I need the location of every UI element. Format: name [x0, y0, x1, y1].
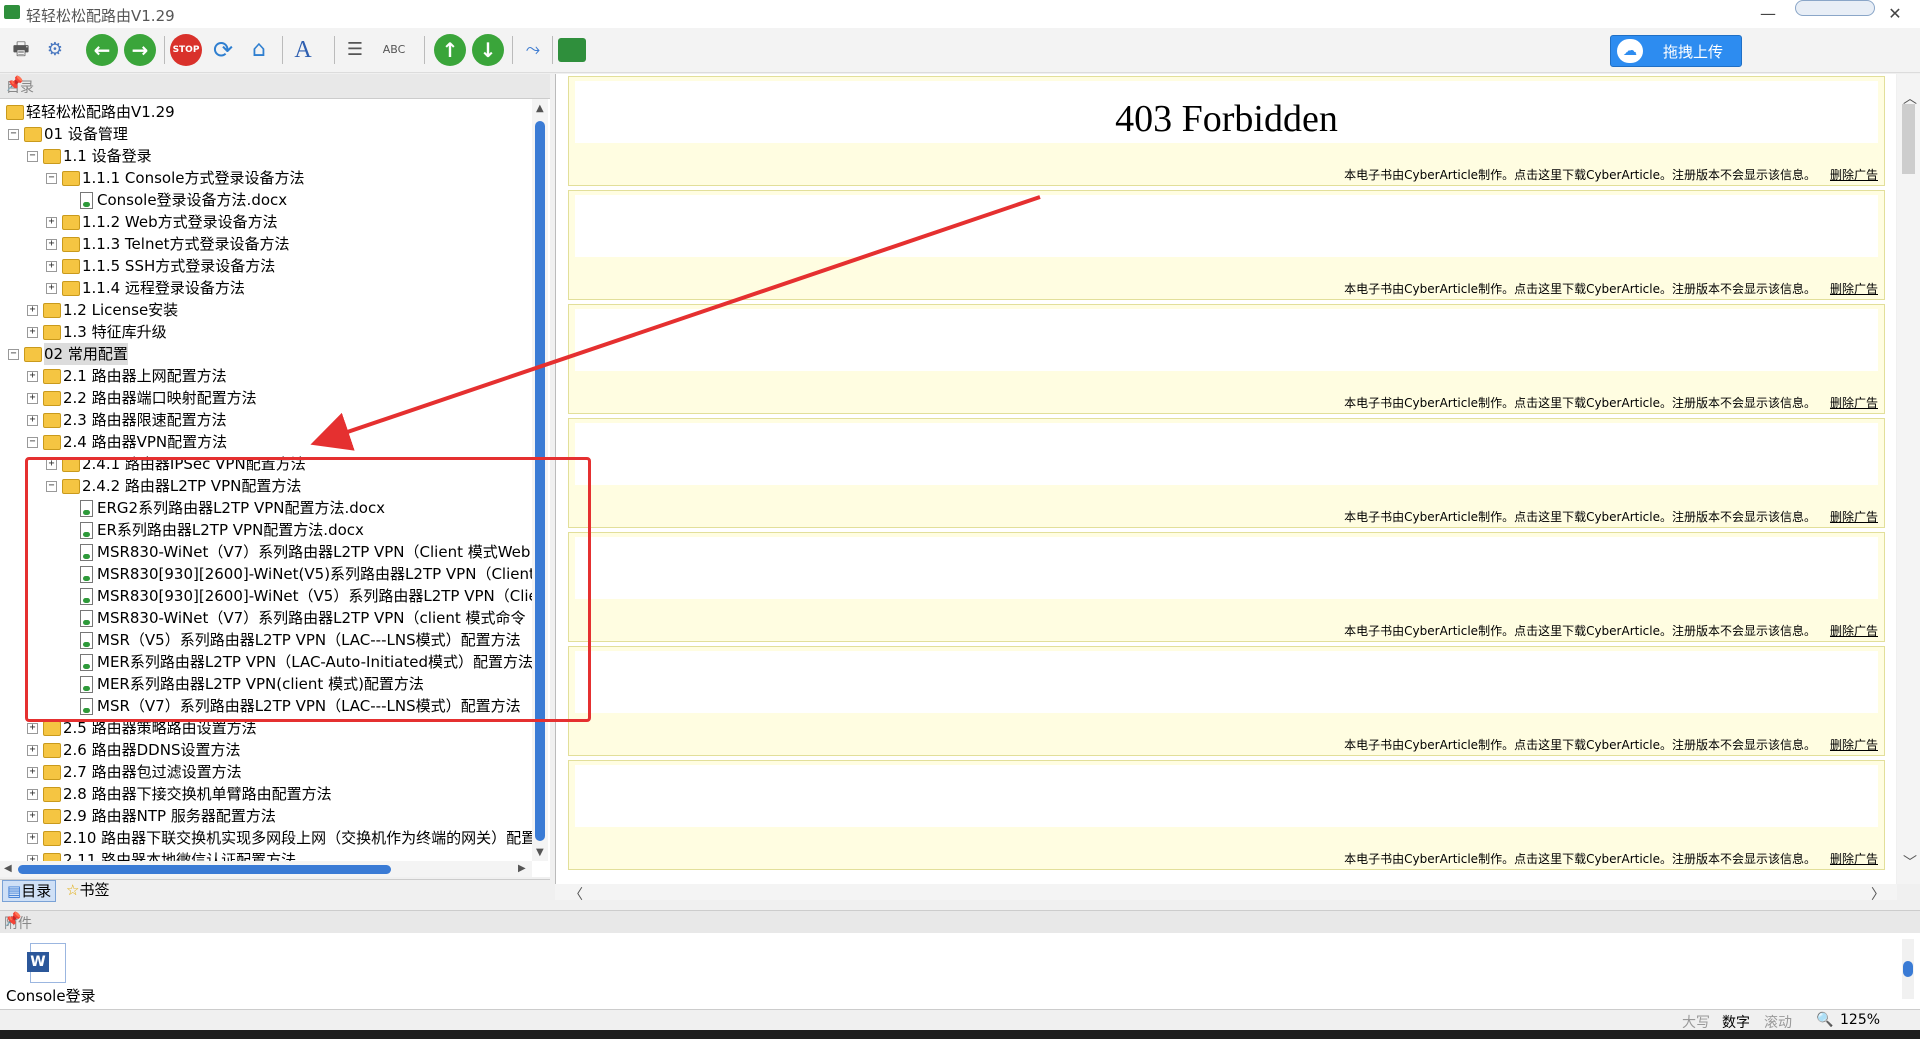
- annotation-arrow: [310, 195, 1041, 451]
